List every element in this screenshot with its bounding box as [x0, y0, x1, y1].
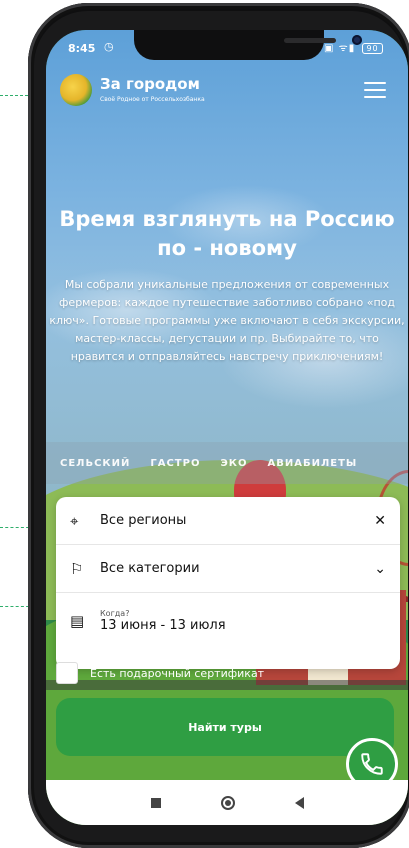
date-field: Когда? 13 июня - 13 июля [100, 609, 386, 633]
category-tabs: СЕЛЬСКИЙ ГАСТРО ЭКО АВИАБИЛЕТЫ [46, 442, 408, 484]
status-time: 8:45 [68, 42, 96, 55]
date-value: 13 июня - 13 июля [100, 618, 226, 633]
brand-title[interactable]: За городом [100, 75, 200, 93]
close-icon[interactable]: ✕ [374, 513, 386, 529]
location-pin-icon: ⌖ [70, 511, 79, 530]
brand-subtitle: Своё Родное от Россельхозбанка [100, 96, 205, 103]
date-picker[interactable]: ▤ Когда? 13 июня - 13 июля [56, 593, 400, 649]
menu-icon[interactable] [364, 82, 386, 98]
hero-title: Время взглянуть на Россию по - новому [59, 207, 395, 260]
recents-button[interactable] [150, 797, 161, 808]
gift-certificate-option[interactable]: Есть подарочный сертификат [56, 660, 356, 686]
app-screen: 8:45 ◷ ▣ ᯤ▮ 90 За городом Своё Родное от… [46, 30, 408, 825]
category-value: Все категории [100, 561, 200, 576]
search-form: ⌖ Все регионы ✕ ⚐ Все категории ⌄ ▤ Когд… [56, 497, 400, 669]
tab-flights[interactable]: АВИАБИЛЕТЫ [267, 458, 357, 469]
date-label: Когда? [100, 609, 130, 618]
chevron-down-icon[interactable]: ⌄ [374, 561, 386, 577]
android-nav-bar [46, 780, 408, 825]
alarm-icon: ◷ [104, 40, 114, 53]
region-select[interactable]: ⌖ Все регионы ✕ [56, 497, 400, 545]
home-button[interactable] [220, 795, 235, 810]
flag-icon: ⚐ [70, 559, 84, 578]
battery-indicator: 90 [362, 43, 383, 54]
back-button[interactable] [294, 796, 304, 809]
region-value: Все регионы [100, 513, 187, 528]
status-bar: 8:45 ◷ ▣ ᯤ▮ 90 [46, 30, 408, 70]
gift-checkbox[interactable] [56, 662, 78, 684]
gift-label: Есть подарочный сертификат [90, 666, 265, 680]
category-select[interactable]: ⚐ Все категории ⌄ [56, 545, 400, 593]
search-button[interactable]: Найти туры [56, 698, 394, 756]
phone-glyph [361, 753, 383, 775]
system-icons: ▣ ᯤ▮ 90 [324, 40, 383, 54]
notch [134, 30, 362, 60]
hero-text: Мы собрали уникальные предложения от сов… [49, 278, 405, 363]
logo[interactable] [60, 74, 92, 106]
calendar-icon: ▤ [70, 612, 85, 630]
tab-rural[interactable]: СЕЛЬСКИЙ [60, 458, 130, 469]
tab-eco[interactable]: ЭКО [220, 458, 247, 469]
tab-gastro[interactable]: ГАСТРО [150, 458, 200, 469]
